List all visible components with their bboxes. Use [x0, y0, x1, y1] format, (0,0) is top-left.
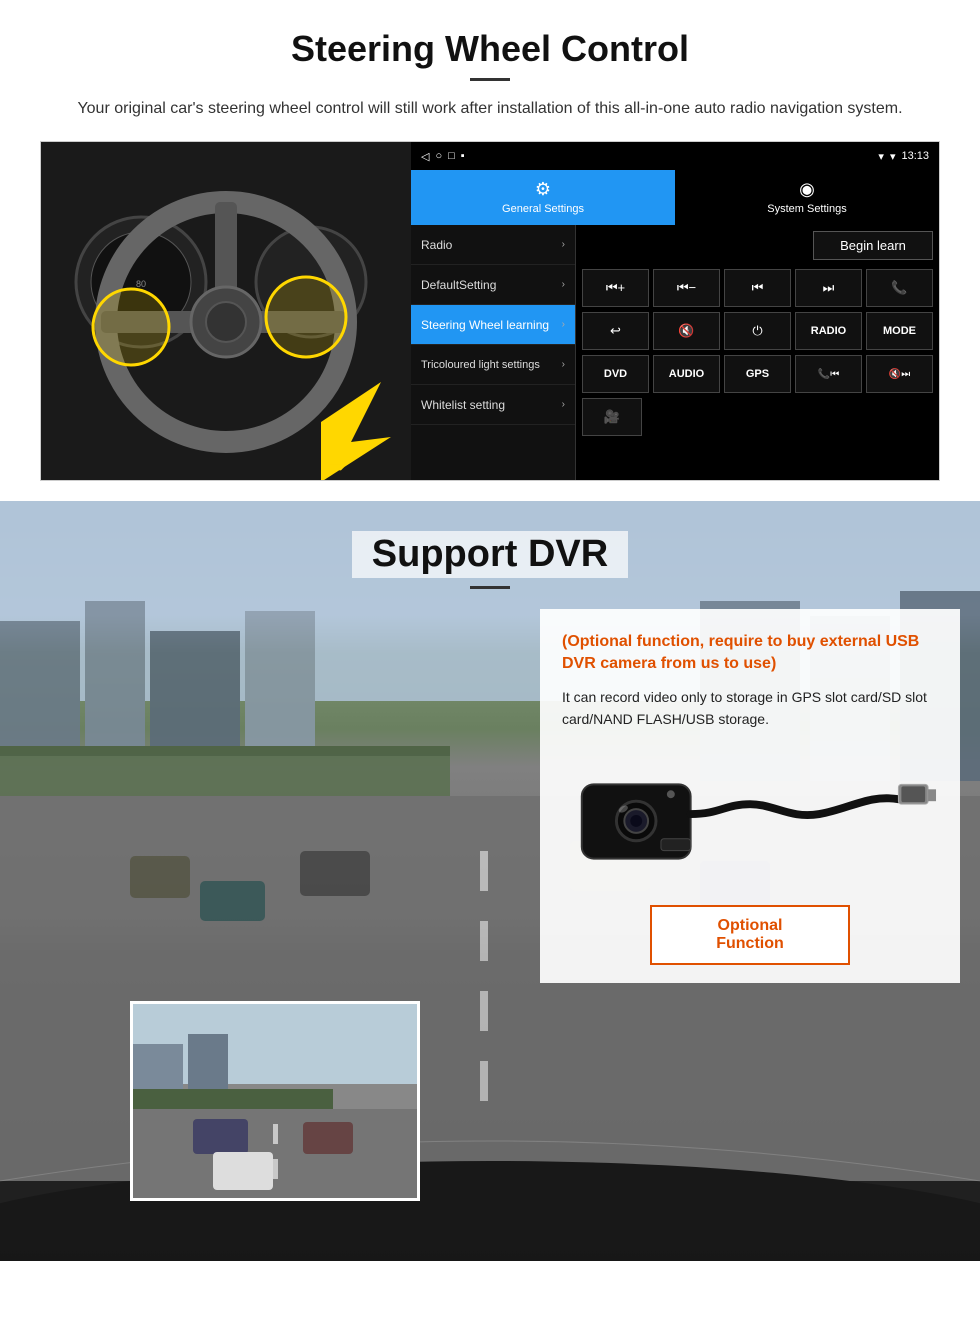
radio-btn[interactable]: RADIO	[795, 312, 862, 350]
chevron-icon: ›	[562, 319, 565, 330]
title-divider	[470, 78, 510, 81]
phone-prev-btn[interactable]: 📞⏮	[795, 355, 862, 393]
dvr-camera-svg	[562, 749, 938, 889]
mode-btn[interactable]: MODE	[866, 312, 933, 350]
dvr-title-area: Support DVR	[0, 501, 980, 589]
dvr-content-row: (Optional function, require to buy exter…	[20, 609, 960, 983]
steering-composite: 80 ➜	[40, 141, 940, 481]
mute-btn[interactable]: 🔇	[653, 312, 720, 350]
tab-general-settings[interactable]: ⚙ General Settings	[411, 170, 675, 225]
menu-item-steering-wheel[interactable]: Steering Wheel learning ›	[411, 305, 575, 345]
power-btn[interactable]: ⏻	[724, 312, 791, 350]
control-grid-row1: ⏮+ ⏮− ⏮ ⏭ 📞	[582, 269, 933, 307]
android-status-bar: ◁ ○ □ ▪ ▾ ▾ 13:13	[411, 142, 939, 170]
back-icon: ◁	[421, 150, 429, 163]
steering-wheel-section: Steering Wheel Control Your original car…	[0, 0, 980, 481]
settings-menu: Radio › DefaultSetting › Steering Wheel …	[411, 225, 576, 480]
begin-learn-row: Begin learn	[582, 231, 933, 260]
dvr-camera-illustration	[562, 749, 938, 889]
dvr-cam-btn[interactable]: 🎥	[582, 398, 642, 436]
svg-text:➜: ➜	[326, 447, 349, 478]
clock: 13:13	[901, 150, 929, 163]
signal-icon: ▾	[878, 150, 884, 163]
menu-item-defaultsetting-label: DefaultSetting	[421, 278, 496, 292]
vol-down-btn[interactable]: ⏮−	[653, 269, 720, 307]
menu-item-steering-label: Steering Wheel learning	[421, 318, 549, 332]
menu-item-tricoloured[interactable]: Tricoloured light settings ›	[411, 345, 575, 385]
menu-area: Radio › DefaultSetting › Steering Wheel …	[411, 225, 939, 480]
android-tabs: ⚙ General Settings ◉ System Settings	[411, 170, 939, 225]
gps-btn[interactable]: GPS	[724, 355, 791, 393]
optional-function-button[interactable]: Optional Function	[650, 905, 850, 965]
system-icon: ◉	[799, 179, 815, 200]
dvr-description: It can record video only to storage in G…	[562, 686, 938, 731]
next-btn[interactable]: ⏭	[795, 269, 862, 307]
chevron-icon: ›	[562, 239, 565, 250]
subtitle-text: Your original car's steering wheel contr…	[40, 97, 940, 121]
menu-icon: ▪	[461, 150, 465, 163]
nav-icons: ◁ ○ □ ▪	[421, 150, 465, 163]
menu-item-radio-label: Radio	[421, 238, 452, 252]
prev-btn[interactable]: ⏮	[724, 269, 791, 307]
phone-btn[interactable]: 📞	[866, 269, 933, 307]
control-grid-row3: DVD AUDIO GPS 📞⏮ 🔇⏭	[582, 355, 933, 393]
begin-learn-button[interactable]: Begin learn	[813, 231, 933, 260]
tab-system-label: System Settings	[767, 203, 846, 215]
chevron-icon: ›	[562, 279, 565, 290]
vol-up-btn[interactable]: ⏮+	[582, 269, 649, 307]
menu-item-defaultsetting[interactable]: DefaultSetting ›	[411, 265, 575, 305]
return-btn[interactable]: ↩	[582, 312, 649, 350]
home-icon: ○	[435, 150, 442, 163]
status-right-icons: ▾ ▾ 13:13	[878, 150, 929, 163]
dvr-thumbnail-svg	[133, 1004, 420, 1201]
control-grid-row2: ↩ 🔇 ⏻ RADIO MODE	[582, 312, 933, 350]
svg-text:80: 80	[136, 279, 146, 289]
dvr-info-card: (Optional function, require to buy exter…	[540, 609, 960, 983]
recents-icon: □	[448, 150, 455, 163]
tab-system-settings[interactable]: ◉ System Settings	[675, 170, 939, 225]
audio-btn[interactable]: AUDIO	[653, 355, 720, 393]
dvd-btn[interactable]: DVD	[582, 355, 649, 393]
dvr-optional-text: (Optional function, require to buy exter…	[562, 631, 938, 676]
wifi-icon: ▾	[890, 150, 896, 163]
steering-wheel-photo: 80 ➜	[41, 142, 411, 481]
menu-item-whitelist[interactable]: Whitelist setting ›	[411, 385, 575, 425]
chevron-icon: ›	[562, 359, 565, 370]
chevron-icon: ›	[562, 399, 565, 410]
dvr-title-divider	[470, 586, 510, 589]
menu-item-whitelist-label: Whitelist setting	[421, 398, 505, 412]
menu-item-tricoloured-label: Tricoloured light settings	[421, 359, 540, 371]
steering-wheel-content: Begin learn ⏮+ ⏮− ⏮ ⏭ 📞 ↩ 🔇 ⏻	[576, 225, 939, 480]
dvr-section-title: Support DVR	[352, 531, 628, 578]
gear-icon: ⚙	[535, 179, 551, 200]
tab-general-label: General Settings	[502, 203, 584, 215]
dvr-section: Support DVR (Optional function, require …	[0, 501, 980, 1261]
page-title: Steering Wheel Control	[40, 28, 940, 70]
menu-item-radio[interactable]: Radio ›	[411, 225, 575, 265]
mute-next-btn[interactable]: 🔇⏭	[866, 355, 933, 393]
steering-wheel-svg: 80 ➜	[41, 142, 411, 481]
dvr-thumbnail-preview	[130, 1001, 420, 1201]
android-ui-panel: ◁ ○ □ ▪ ▾ ▾ 13:13 ⚙ General Settings	[411, 142, 939, 480]
dvr-row: 🎥	[582, 398, 933, 436]
